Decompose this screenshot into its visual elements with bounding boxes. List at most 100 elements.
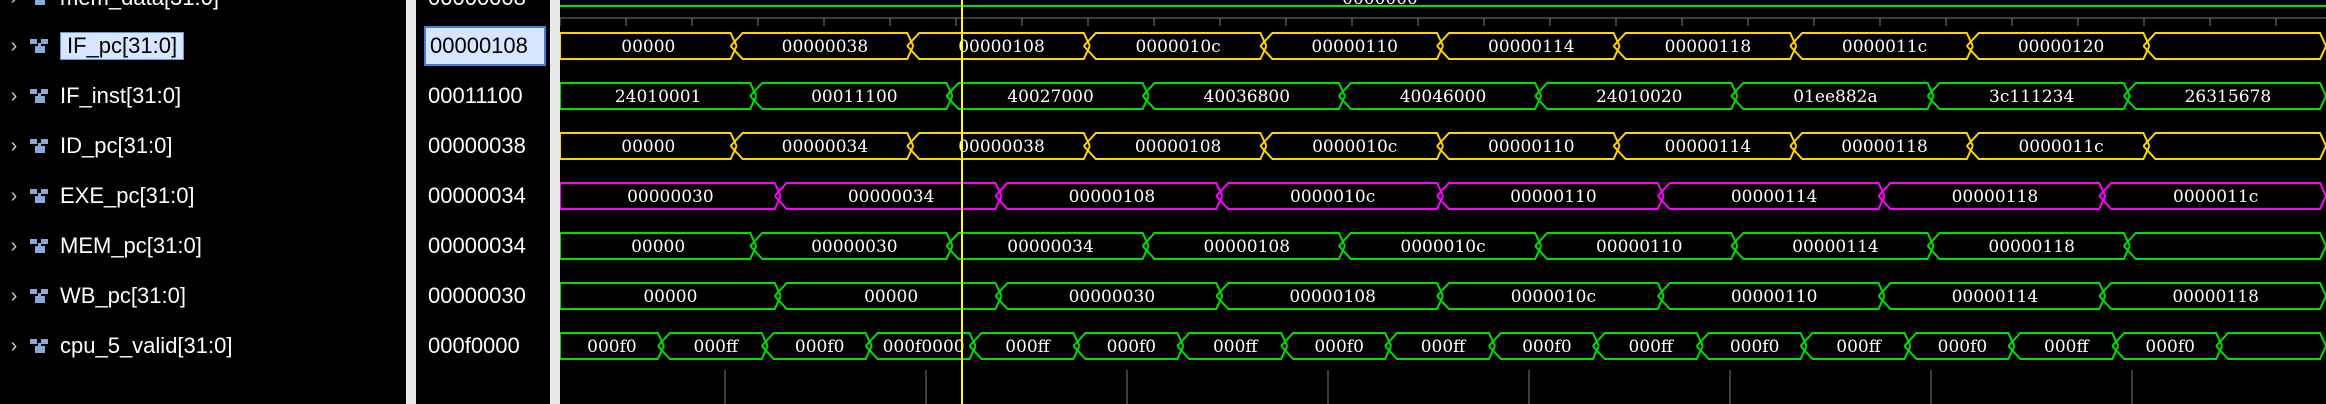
- bus-value-label: 00000110: [1510, 187, 1597, 207]
- signal-name-panel: › mem_data[31:0] › IF_pc[31:0] › IF_inst[31…: [0, 0, 406, 404]
- bus-value-label: 00000108: [1135, 137, 1222, 157]
- panel-divider[interactable]: [550, 0, 560, 404]
- signal-row[interactable]: › MEM_pc[31:0]: [0, 226, 406, 266]
- bus-value-label: 0000010c: [1135, 37, 1220, 57]
- bus-value-label: 00000038: [958, 137, 1045, 157]
- waveform-panel[interactable]: 00000000000000000038000001080000010c0000…: [560, 0, 2326, 404]
- signal-row[interactable]: › WB_pc[31:0]: [0, 276, 406, 316]
- bus-value-label: 00000118: [1988, 237, 2075, 257]
- signal-row[interactable]: › EXE_pc[31:0]: [0, 176, 406, 216]
- signal-name: mem_data[31:0]: [60, 0, 219, 11]
- signal-value: 00011100: [428, 83, 523, 108]
- bus-segment: [2215, 332, 2326, 360]
- bus-value-label: 000f0: [1730, 337, 1780, 357]
- expand-chevron-icon[interactable]: ›: [0, 185, 28, 208]
- bus-value-label: 000f0: [1107, 337, 1157, 357]
- bus-value-label: 00000108: [1289, 287, 1376, 307]
- bus-value-label: 00000038: [782, 37, 869, 57]
- bus-value-label: 000f0: [1938, 337, 1988, 357]
- bus-waveform: 00000 00000038 00000108 0000010c 00000110 000…: [560, 32, 2326, 60]
- bus-value-label: 000ff: [1213, 337, 1259, 357]
- bus-value-label: 00000110: [1596, 237, 1683, 257]
- bus-value-label: 00000114: [1792, 237, 1879, 257]
- bus-value-label: 00000034: [848, 187, 935, 207]
- bus-signal-icon: [28, 0, 52, 8]
- expand-chevron-icon[interactable]: ›: [0, 85, 28, 108]
- bus-signal-icon: [28, 236, 52, 256]
- waveform-canvas[interactable]: 00000000000000000038000001080000010c0000…: [560, 0, 2326, 404]
- bus-value-label: 000f0: [1314, 337, 1364, 357]
- signal-name: ID_pc[31:0]: [60, 133, 173, 158]
- bus-waveform: [560, 5, 2326, 7]
- signal-row[interactable]: › IF_pc[31:0]: [0, 26, 406, 66]
- bus-signal-icon: [28, 136, 52, 156]
- bus-waveform: 00000 00000034 00000038 00000108 0000010c 000…: [560, 132, 2326, 160]
- bus-value-label: 24010001: [615, 87, 702, 107]
- signal-value: 00000008: [416, 0, 550, 18]
- signal-value: 00000034: [428, 233, 526, 258]
- bus-value-label: 00000114: [1665, 137, 1752, 157]
- bus-value-label: 00000108: [1069, 187, 1156, 207]
- bus-value-label: 0000011c: [2018, 137, 2103, 157]
- bus-waveform: 00000 00000030 00000034 00000108 0000010c 000…: [560, 232, 2326, 260]
- bus-value-label: 0000010c: [1312, 137, 1397, 157]
- bus-value-label: 00000: [631, 237, 685, 257]
- expand-chevron-icon[interactable]: ›: [0, 135, 28, 158]
- signal-row-mem-data[interactable]: › mem_data[31:0]: [0, 0, 406, 18]
- bus-value-label: 000f0: [795, 337, 845, 357]
- bus-value-label: 00000108: [1204, 237, 1291, 257]
- bus-value-label: 000ff: [1005, 337, 1051, 357]
- bus-value-label: 00000110: [1731, 287, 1818, 307]
- signal-name: WB_pc[31:0]: [60, 283, 186, 308]
- bus-value-label: 00000: [864, 287, 918, 307]
- bus-value-label: 40027000: [1007, 87, 1094, 107]
- expand-chevron-icon[interactable]: ›: [0, 285, 28, 308]
- bus-value-label: 00000110: [1311, 37, 1398, 57]
- bus-signal-icon: [28, 36, 52, 56]
- bus-value-label: 000f0000: [883, 337, 965, 357]
- signal-value-panel: 00000008 00000108 00011100 00000038 0000003…: [416, 0, 550, 404]
- bus-segment: [2142, 132, 2326, 160]
- expand-chevron-icon[interactable]: ›: [0, 335, 28, 358]
- signal-value: 00000034: [428, 183, 526, 208]
- bus-value-label: 00000034: [1007, 237, 1094, 257]
- bus-value-label: 000ff: [1836, 337, 1882, 357]
- bus-value-label: 00000: [621, 137, 675, 157]
- bus-value-label: 3c111234: [1989, 87, 2074, 107]
- bus-value-label: 00000114: [1731, 187, 1818, 207]
- bus-value-label: 0000010c: [1511, 287, 1596, 307]
- bus-value-label: 00000118: [1841, 137, 1928, 157]
- bus-value-label: 00000114: [1952, 287, 2039, 307]
- bus-waveform: 24010001 00011100 40027000 40036800 40046000…: [560, 82, 2326, 110]
- signal-row[interactable]: › cpu_5_valid[31:0]: [0, 326, 406, 366]
- bus-value-label: 00000108: [958, 37, 1045, 57]
- bus-signal-icon: [28, 286, 52, 306]
- bus-value-label: 01ee882a: [1793, 87, 1877, 107]
- bus-value-label: 000f0: [587, 337, 637, 357]
- bus-value-label: 000ff: [1628, 337, 1674, 357]
- bus-value-label: 00011100: [811, 87, 898, 107]
- expand-chevron-icon[interactable]: ›: [0, 35, 28, 58]
- signal-value: 000f0000: [428, 333, 520, 358]
- bus-value-label: 24010020: [1596, 87, 1683, 107]
- bus-value-label: 00000: [621, 37, 675, 57]
- bus-value-label: 0000010c: [1400, 237, 1485, 257]
- signal-name: IF_inst[31:0]: [60, 83, 182, 108]
- bus-value-label: 0000011c: [1842, 37, 1927, 57]
- signal-value: 00000030: [428, 283, 526, 308]
- bus-value-label: 00000110: [1488, 137, 1575, 157]
- bus-value-label: 0000011c: [2173, 187, 2258, 207]
- bus-value-label: 00000030: [811, 237, 898, 257]
- panel-divider[interactable]: [406, 0, 416, 404]
- expand-chevron-icon[interactable]: ›: [0, 235, 28, 258]
- bus-signal-icon: [28, 86, 52, 106]
- signal-name: MEM_pc[31:0]: [60, 233, 202, 258]
- signal-value: 00000108: [424, 26, 546, 66]
- bus-value-label: 00000118: [1952, 187, 2039, 207]
- signal-row[interactable]: › IF_inst[31:0]: [0, 76, 406, 116]
- expand-chevron-icon[interactable]: ›: [0, 0, 28, 10]
- bus-waveform: 00000 00000 00000030 00000108 0000010c 000001…: [560, 282, 2326, 310]
- signal-name: cpu_5_valid[31:0]: [60, 333, 233, 358]
- bus-value-label: 000f0: [1522, 337, 1572, 357]
- signal-row[interactable]: › ID_pc[31:0]: [0, 126, 406, 166]
